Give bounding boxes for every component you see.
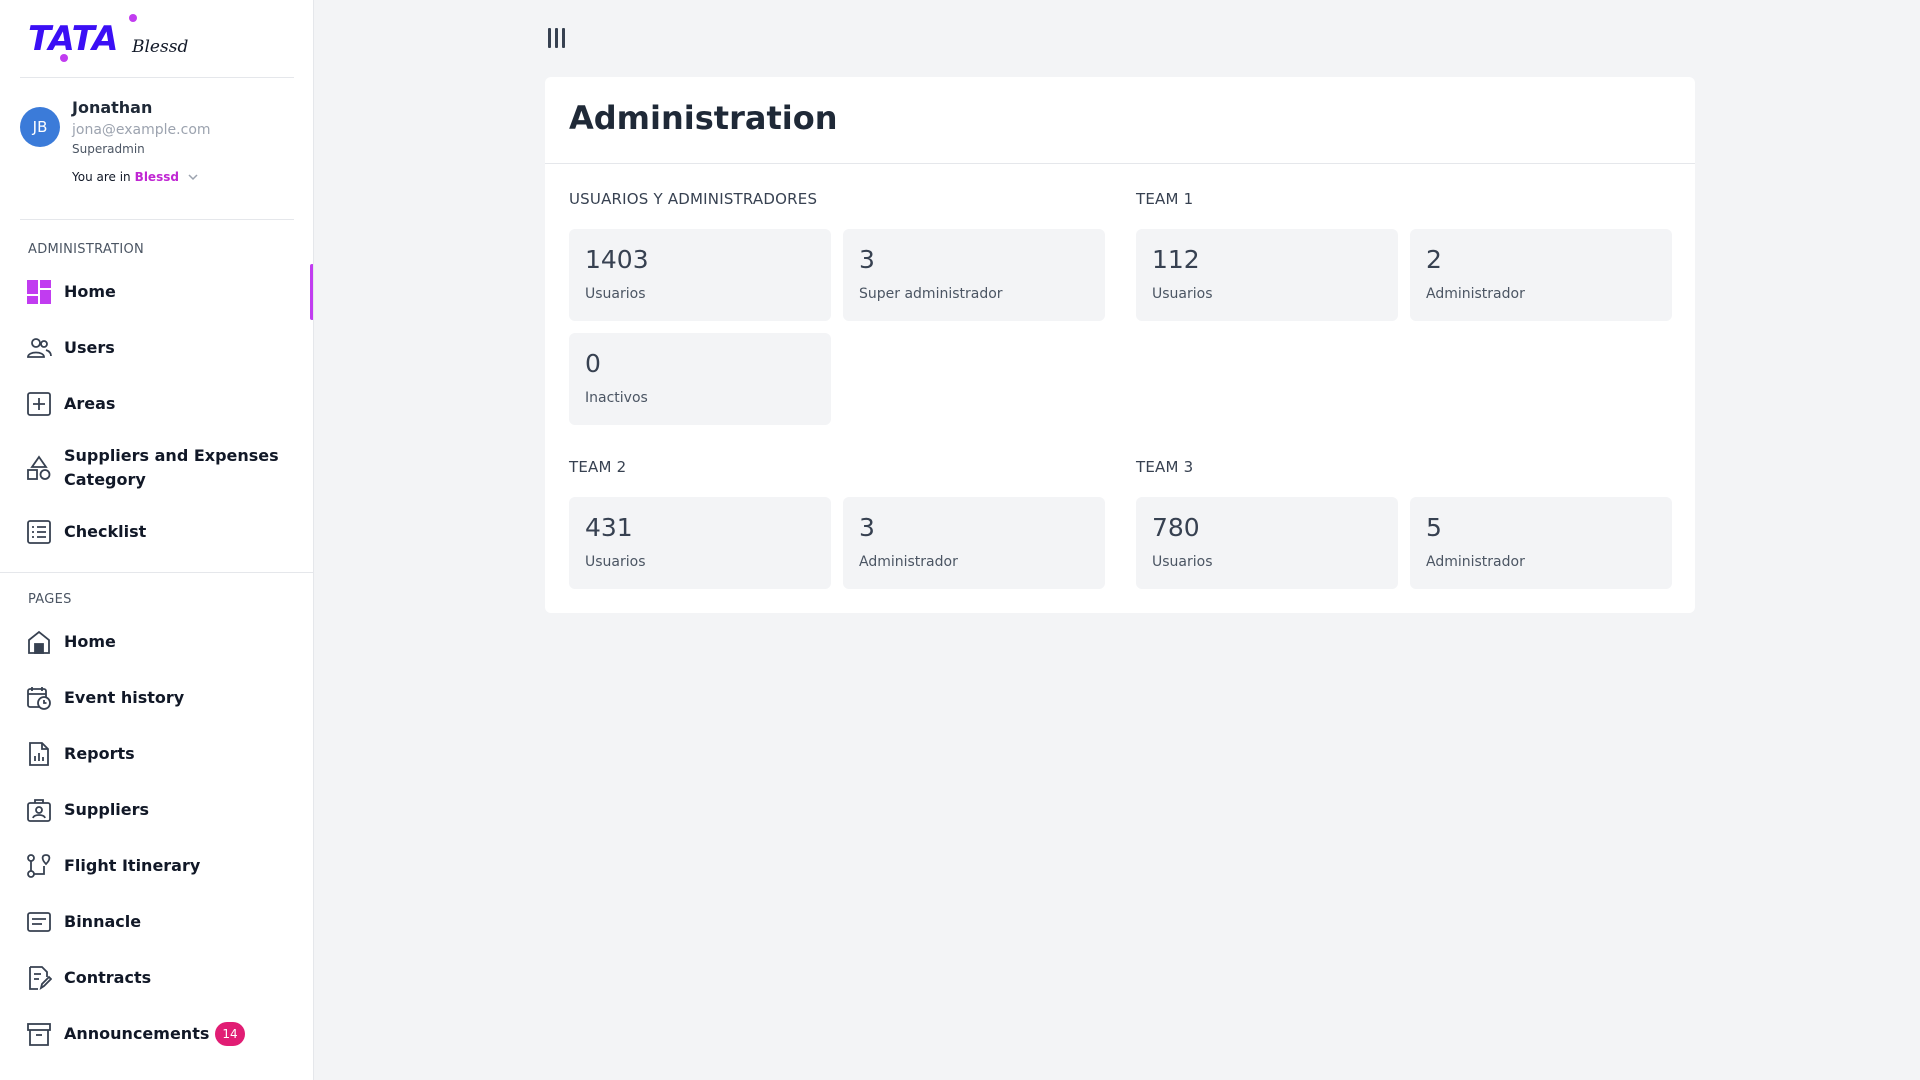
section-label-pages: PAGES xyxy=(28,592,72,607)
badge-icon xyxy=(26,797,52,823)
svg-text:TATA: TATA xyxy=(28,19,118,59)
stat-label: Usuarios xyxy=(1152,554,1213,570)
stat-label: Administrador xyxy=(1426,286,1525,302)
sidebar-item-label: Reports xyxy=(64,744,135,763)
chevron-down-icon xyxy=(188,174,198,181)
stat-value: 2 xyxy=(1426,245,1442,274)
sidebar-item-label: Contracts xyxy=(64,968,152,987)
contract-icon xyxy=(26,965,52,991)
sidebar-item-contracts[interactable]: Contracts xyxy=(0,950,313,1006)
page-title: Administration xyxy=(569,99,838,137)
stat-card: 431 Usuarios xyxy=(569,497,831,589)
route-icon xyxy=(26,853,52,879)
stat-label: Usuarios xyxy=(585,554,646,570)
sidebar-item-suppliers[interactable]: Suppliers xyxy=(0,782,313,838)
archive-icon xyxy=(26,1021,52,1047)
stat-value: 5 xyxy=(1426,513,1442,542)
stat-card: 3 Administrador xyxy=(843,497,1105,589)
sidebar-item-admin-home[interactable]: Home xyxy=(0,264,313,320)
sidebar-item-label: Announcements 14 xyxy=(64,1022,284,1047)
stat-value: 3 xyxy=(859,513,875,542)
group-title-team-2: TEAM 2 xyxy=(569,458,627,476)
group-title-team-1: TEAM 1 xyxy=(1136,190,1194,208)
stat-value: 1403 xyxy=(585,245,649,274)
stat-card: 3 Super administrador xyxy=(843,229,1105,321)
sidebar-item-label: Users xyxy=(64,338,115,357)
notification-badge: 14 xyxy=(215,1022,245,1047)
divider xyxy=(545,163,1695,164)
stat-value: 3 xyxy=(859,245,875,274)
svg-text:Blessd: Blessd xyxy=(131,37,188,57)
administration-card: Administration USUARIOS Y ADMINISTRADORE… xyxy=(545,77,1695,613)
sidebar-item-label: Checklist xyxy=(64,522,147,541)
menu-toggle-icon[interactable] xyxy=(548,28,568,50)
users-icon xyxy=(26,335,52,361)
sidebar-item-label: Event history xyxy=(64,688,185,707)
sidebar: TATA Blessd JB Jonathan jona@example.com… xyxy=(0,0,314,1080)
sidebar-item-suppliers-expenses-category[interactable]: Suppliers and Expenses Category xyxy=(0,432,313,504)
stat-label: Administrador xyxy=(859,554,958,570)
report-icon xyxy=(26,741,52,767)
stat-value: 112 xyxy=(1152,245,1200,274)
stat-label: Usuarios xyxy=(1152,286,1213,302)
dashboard-icon xyxy=(26,279,52,305)
sidebar-item-checklist[interactable]: Checklist xyxy=(0,504,313,560)
sidebar-item-flight-itinerary[interactable]: Flight Itinerary xyxy=(0,838,313,894)
sidebar-item-users[interactable]: Users xyxy=(0,320,313,376)
stat-card: 112 Usuarios xyxy=(1136,229,1398,321)
sidebar-item-event-history[interactable]: Event history xyxy=(0,670,313,726)
stat-card: 0 Inactivos xyxy=(569,333,831,425)
org-name: Blessd xyxy=(134,170,179,184)
stat-value: 0 xyxy=(585,349,601,378)
plus-square-icon xyxy=(26,391,52,417)
stat-label: Super administrador xyxy=(859,286,1003,302)
stat-card: 780 Usuarios xyxy=(1136,497,1398,589)
sidebar-item-announcements[interactable]: Announcements 14 xyxy=(0,1006,313,1062)
user-name: Jonathan xyxy=(72,98,153,117)
sidebar-item-areas[interactable]: Areas xyxy=(0,376,313,432)
checklist-icon xyxy=(26,519,52,545)
stat-value: 780 xyxy=(1152,513,1200,542)
sidebar-item-label: Suppliers and Expenses Category xyxy=(64,446,279,489)
stat-card: 2 Administrador xyxy=(1410,229,1672,321)
stat-label: Inactivos xyxy=(585,390,648,406)
sidebar-item-label: Flight Itinerary xyxy=(64,856,201,875)
group-title-team-3: TEAM 3 xyxy=(1136,458,1194,476)
sidebar-item-binnacle[interactable]: Binnacle xyxy=(0,894,313,950)
sidebar-item-label: Suppliers xyxy=(64,800,150,819)
avatar[interactable]: JB xyxy=(20,107,60,147)
shapes-icon xyxy=(26,455,52,481)
divider xyxy=(0,572,313,573)
section-label-administration: ADMINISTRATION xyxy=(28,242,145,257)
house-icon xyxy=(26,629,52,655)
stat-label: Administrador xyxy=(1426,554,1525,570)
stat-card: 1403 Usuarios xyxy=(569,229,831,321)
sidebar-item-reports[interactable]: Reports xyxy=(0,726,313,782)
stat-label: Usuarios xyxy=(585,286,646,302)
sidebar-item-label: Areas xyxy=(64,394,116,413)
org-switcher[interactable]: You are in Blessd xyxy=(72,170,199,184)
brand-logo[interactable]: TATA Blessd xyxy=(28,12,188,66)
stat-card: 5 Administrador xyxy=(1410,497,1672,589)
sidebar-item-label: Home xyxy=(64,632,116,651)
notes-icon xyxy=(26,909,52,935)
group-title-usuarios: USUARIOS Y ADMINISTRADORES xyxy=(569,190,818,208)
calendar-clock-icon xyxy=(26,685,52,711)
sidebar-item-label: Home xyxy=(64,282,116,301)
user-email: jona@example.com xyxy=(72,122,211,138)
stat-value: 431 xyxy=(585,513,633,542)
sidebar-item-label: Binnacle xyxy=(64,912,142,931)
user-role: Superadmin xyxy=(72,142,145,156)
org-prefix: You are in xyxy=(72,170,131,184)
divider xyxy=(20,77,294,78)
sidebar-item-home[interactable]: Home xyxy=(0,614,313,670)
divider xyxy=(20,219,294,220)
announcements-label: Announcements xyxy=(64,1023,210,1043)
